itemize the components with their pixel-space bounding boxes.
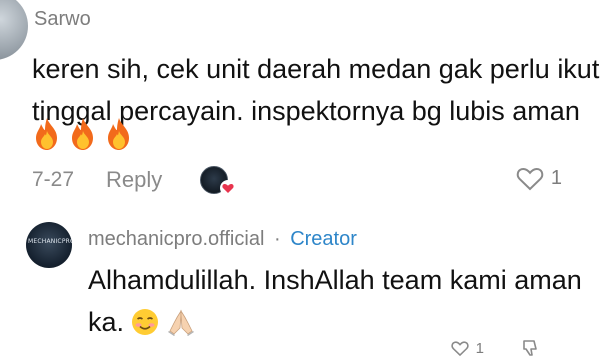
fire-emoji-icon: [72, 118, 93, 150]
reply-author-username[interactable]: mechanicpro.official: [88, 228, 264, 250]
smiling-face-emoji-icon: [132, 309, 159, 335]
reply-actions: 1: [450, 338, 540, 358]
reply-text-line-1-content: Alhamdulillah. InshAllah team kami aman: [88, 265, 582, 295]
comment-like-group[interactable]: 1: [515, 164, 562, 192]
heart-outline-icon[interactable]: [515, 164, 545, 192]
creator-badge: Creator: [290, 228, 357, 250]
commenter-avatar[interactable]: [0, 0, 28, 60]
heart-outline-icon[interactable]: [450, 339, 470, 357]
reply-like-count: 1: [475, 339, 484, 357]
comment-like-count: 1: [550, 166, 562, 189]
reply-text: Alhamdulillah. InshAllah team kami aman …: [88, 259, 600, 343]
comment-emojis: [32, 117, 134, 151]
reply-text-line-2-content: ka.: [88, 307, 125, 337]
folded-hands-emoji-icon: [168, 309, 195, 336]
reply-author-avatar[interactable]: MECHANICPRO: [26, 222, 72, 268]
commenter-username[interactable]: Sarwo: [34, 8, 91, 31]
fire-emoji-icon: [108, 118, 129, 150]
reply-text-line-2: ka.: [88, 301, 600, 343]
comment-thread: Sarwo keren sih, cek unit daerah medan g…: [0, 0, 600, 362]
reply-button[interactable]: Reply: [106, 167, 162, 193]
reply-text-line-1: Alhamdulillah. InshAllah team kami aman: [88, 259, 600, 301]
comment-text-line-1: keren sih, cek unit daerah medan gak per…: [32, 54, 600, 84]
avatar-logo-text: MECHANICPRO: [28, 238, 72, 245]
comment-date: 7-27: [32, 168, 75, 191]
reply-header: mechanicpro.official · Creator: [88, 228, 357, 251]
heart-badge-icon: [220, 180, 237, 196]
fire-emoji-icon: [36, 118, 57, 150]
dislike-icon[interactable]: [520, 338, 540, 358]
liked-by-creator-indicator: [200, 166, 237, 196]
separator-dot: ·: [273, 228, 281, 250]
comment-meta-row: 7-27 Reply: [32, 166, 592, 196]
